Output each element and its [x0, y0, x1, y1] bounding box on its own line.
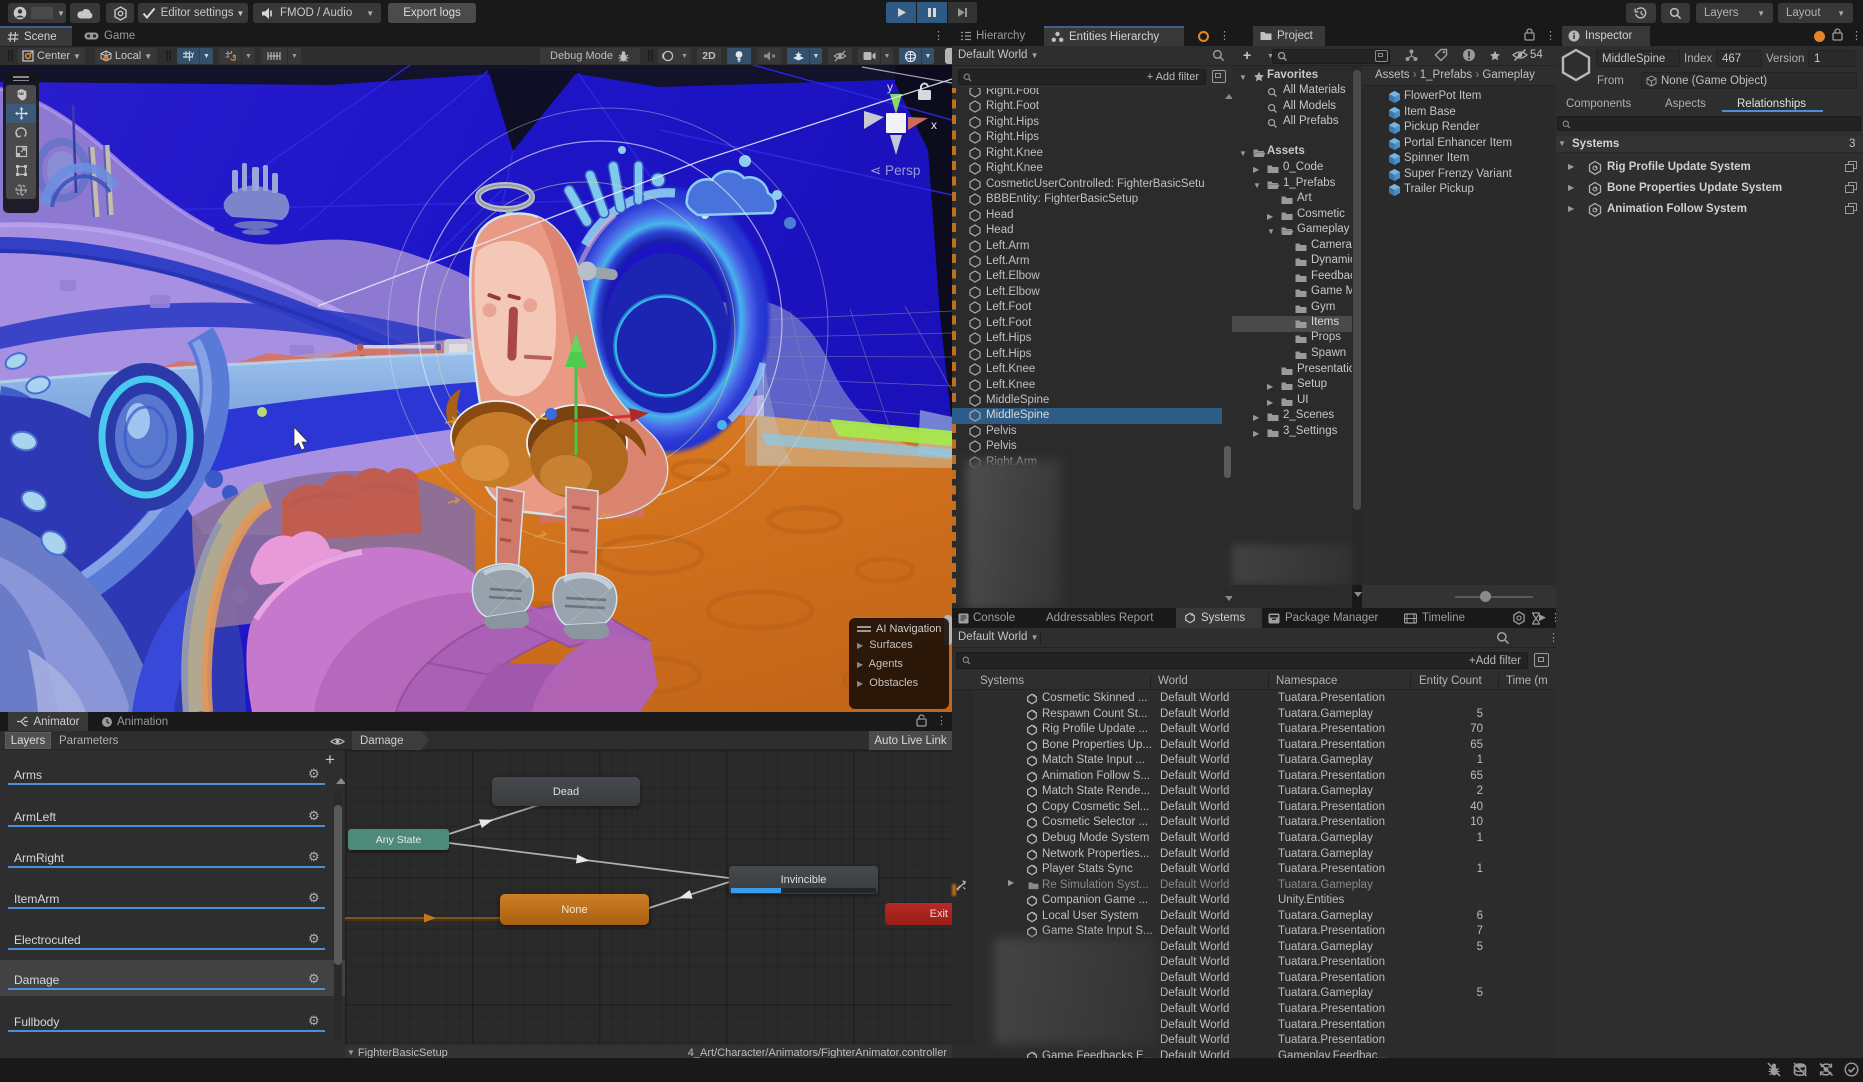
svg-text:y: y: [887, 80, 893, 94]
svg-text:x: x: [931, 118, 937, 132]
svg-text:⋖ Persp: ⋖ Persp: [870, 163, 920, 178]
